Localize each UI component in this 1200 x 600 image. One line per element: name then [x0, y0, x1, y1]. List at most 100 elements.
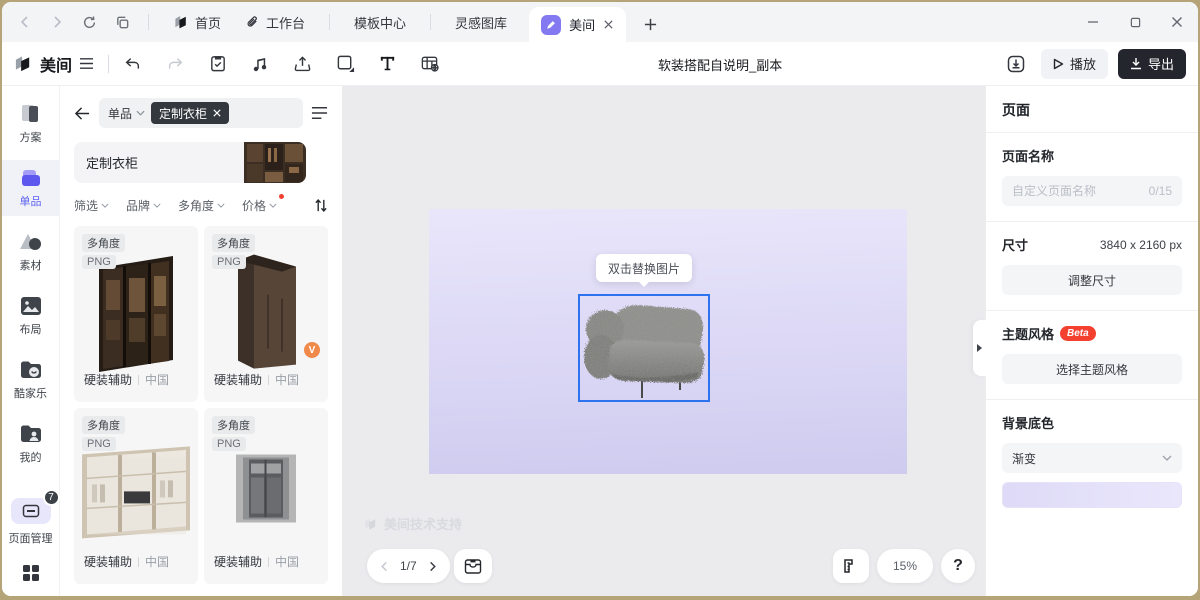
my-assets-icon	[19, 423, 43, 445]
selected-image-sofa[interactable]	[578, 294, 710, 402]
selected-category-card[interactable]: 定制衣柜	[74, 142, 306, 183]
tab-meijian-active[interactable]: 美间	[529, 7, 626, 42]
product-card[interactable]: 多角度 PNG 硬装辅助 中国	[74, 408, 198, 584]
window-maximize-button[interactable]	[1114, 2, 1156, 42]
rail-item-kujiale[interactable]: 酷家乐	[2, 352, 60, 408]
chevron-right-icon	[977, 344, 982, 352]
back-icon[interactable]	[74, 106, 91, 121]
filter-label: 品牌	[126, 197, 150, 214]
ruler-button[interactable]	[833, 549, 869, 583]
app-window: 首页 工作台 模板中心 灵感图库 美间 美间	[2, 2, 1198, 596]
window-minimize-button[interactable]	[1072, 2, 1114, 42]
canvas-area[interactable]: 双击替换图片 美间技术支持 1/7 15% ?	[342, 86, 985, 596]
document-title: 软装搭配自说明_副本	[658, 42, 782, 86]
rail-item-materials[interactable]: 素材	[2, 224, 60, 280]
music-note-icon[interactable]	[251, 55, 269, 73]
help-button[interactable]: ?	[941, 549, 975, 583]
redo-icon[interactable]	[166, 55, 185, 73]
app-brand[interactable]: 美间	[14, 52, 94, 76]
choose-theme-button[interactable]: 选择主题风格	[1002, 354, 1182, 384]
nav-workbench[interactable]: 工作台	[245, 2, 305, 42]
product-image-wardrobe-gray	[235, 454, 297, 524]
tag-close-icon	[213, 109, 221, 117]
browser-tabbar: 首页 工作台 模板中心 灵感图库 美间	[2, 2, 1198, 42]
divider	[138, 375, 139, 385]
rail-item-plans[interactable]: 方案	[2, 96, 60, 152]
category-dropdown[interactable]: 单品	[108, 105, 145, 122]
nav-inspiration[interactable]: 灵感图库	[455, 2, 507, 42]
filter-brand[interactable]: 品牌	[126, 197, 161, 214]
divider	[329, 14, 330, 30]
layout-icon	[19, 295, 43, 317]
divider	[108, 55, 109, 73]
play-button[interactable]: 播放	[1041, 49, 1108, 79]
gradient-color-swatch[interactable]	[1002, 482, 1182, 508]
png-chip: PNG	[82, 255, 116, 269]
page-management-button[interactable]: 7	[11, 498, 51, 524]
product-region: 中国	[275, 553, 299, 570]
table-tool-icon[interactable]	[420, 54, 439, 73]
refresh-icon[interactable]	[82, 15, 97, 30]
search-input[interactable]: 单品 定制衣柜	[99, 98, 303, 128]
new-tab-button[interactable]	[636, 10, 664, 38]
page-name-input[interactable]	[1012, 184, 1132, 198]
product-card[interactable]: 多角度 PNG V 硬装辅助 中国	[204, 226, 328, 402]
rail-item-mine[interactable]: 我的	[2, 416, 60, 472]
product-image-wardrobe-lightglass	[78, 444, 194, 540]
nav-back-icon[interactable]	[18, 15, 32, 29]
vip-badge: V	[304, 342, 320, 358]
filter-price[interactable]: 价格	[242, 197, 277, 214]
nav-templates[interactable]: 模板中心	[354, 2, 406, 42]
search-tag[interactable]: 定制衣柜	[151, 102, 229, 124]
rail-label: 我的	[20, 449, 42, 465]
product-vendor: 硬装辅助	[214, 371, 262, 388]
plans-icon	[19, 103, 43, 125]
filter-label: 多角度	[178, 197, 214, 214]
theme-style-label: 主题风格	[1002, 324, 1054, 343]
rail-label: 布局	[20, 321, 42, 337]
background-type-value: 渐变	[1012, 450, 1036, 467]
next-page-icon[interactable]	[427, 561, 438, 572]
rail-label: 素材	[20, 257, 42, 273]
background-color-label: 背景底色	[1002, 413, 1182, 432]
list-view-icon[interactable]	[311, 106, 328, 120]
download-button[interactable]	[1001, 49, 1031, 79]
prev-page-icon[interactable]	[379, 561, 390, 572]
shape-tool-icon[interactable]	[336, 54, 355, 73]
tab-close-icon[interactable]	[603, 19, 614, 30]
panel-collapse-handle[interactable]	[973, 320, 986, 376]
product-card[interactable]: 多角度 PNG 硬装辅助 中国	[74, 226, 198, 402]
sort-icon[interactable]	[314, 198, 328, 213]
upload-icon[interactable]	[293, 55, 312, 73]
product-card[interactable]: 多角度 PNG 硬装辅助 中国	[204, 408, 328, 584]
undo-icon[interactable]	[123, 55, 142, 73]
nav-home[interactable]: 首页	[173, 2, 221, 42]
window-close-button[interactable]	[1156, 2, 1198, 42]
background-type-select[interactable]: 渐变	[1002, 443, 1182, 473]
duplicate-tab-icon[interactable]	[115, 15, 130, 30]
filter-multiangle[interactable]: 多角度	[178, 197, 225, 214]
menu-hamburger-icon[interactable]	[79, 57, 94, 70]
resize-button[interactable]: 调整尺寸	[1002, 265, 1182, 295]
editor-toolbar: 美间 软装搭配自说明_副本 播放 导出	[2, 42, 1198, 86]
meijian-logo-icon	[14, 54, 33, 73]
page-name-field[interactable]: 0/15	[1002, 176, 1182, 206]
clipboard-check-icon[interactable]	[209, 54, 227, 73]
rail-label: 酷家乐	[14, 385, 47, 401]
filter-general[interactable]: 筛选	[74, 197, 109, 214]
product-vendor: 硬装辅助	[84, 553, 132, 570]
product-image-wardrobe-darkglass	[93, 254, 179, 374]
page-indicator: 1/7	[400, 559, 417, 573]
apps-grid-icon[interactable]	[22, 564, 40, 582]
text-tool-icon[interactable]	[379, 55, 396, 72]
zoom-level[interactable]: 15%	[877, 549, 933, 583]
export-button[interactable]: 导出	[1118, 49, 1186, 79]
rail-item-products[interactable]: 单品	[2, 160, 60, 216]
rail-item-layout[interactable]: 布局	[2, 288, 60, 344]
rail-label: 方案	[20, 129, 42, 145]
save-archive-button[interactable]	[454, 549, 492, 583]
export-label: 导出	[1148, 54, 1174, 73]
nav-forward-icon[interactable]	[50, 15, 64, 29]
paperclip-icon	[245, 15, 260, 30]
app-name: 美间	[40, 52, 72, 76]
